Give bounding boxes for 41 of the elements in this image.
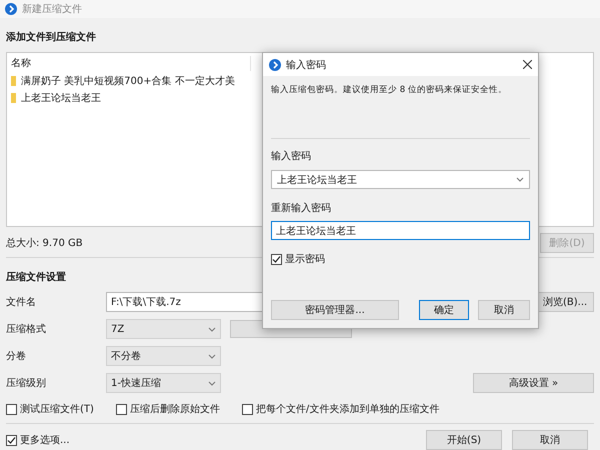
section-heading: 压缩文件设置 bbox=[6, 270, 67, 284]
option-checkbox[interactable]: 压缩后删除原始文件 bbox=[116, 402, 220, 416]
window-title: 新建压缩文件 bbox=[22, 2, 82, 16]
password-field[interactable]: 上老王论坛当老王 bbox=[271, 221, 530, 240]
dialog-title: 输入密码 bbox=[286, 58, 326, 72]
close-icon[interactable] bbox=[523, 60, 532, 69]
dialog-button[interactable]: 确定 bbox=[419, 300, 469, 320]
dialog-button[interactable]: 开始(S) bbox=[426, 430, 502, 450]
field-label: 输入密码 bbox=[271, 150, 312, 163]
field-label: 文件名 bbox=[6, 296, 37, 309]
file-name[interactable]: 满屏奶子 美乳中短视频700+合集 不一定大才美 bbox=[21, 74, 235, 88]
show-password-checkbox[interactable]: 显示密码 bbox=[271, 252, 530, 266]
dropdown[interactable]: 7Z bbox=[106, 319, 221, 339]
advanced-settings-button[interactable]: 高级设置 » bbox=[473, 373, 594, 393]
dropdown[interactable]: 1-快速压缩 bbox=[106, 373, 221, 393]
field-label: 压缩级别 bbox=[6, 376, 47, 390]
dialog-button[interactable]: 取消 bbox=[478, 300, 530, 320]
field-label: 重新输入密码 bbox=[271, 202, 332, 215]
dropdown[interactable]: 不分卷 bbox=[106, 346, 221, 366]
field-label: 压缩格式 bbox=[6, 322, 47, 336]
total-size: 总大小: 9.70 GB bbox=[6, 236, 83, 250]
column-header[interactable]: 名称 bbox=[11, 56, 251, 71]
check-icon bbox=[7, 436, 16, 444]
check-icon bbox=[272, 254, 281, 264]
dialog-button[interactable]: 密码管理器... bbox=[271, 300, 399, 320]
app-logo-icon bbox=[269, 58, 281, 70]
caret-icon bbox=[208, 326, 216, 332]
caret-icon bbox=[208, 380, 216, 386]
browse-button[interactable]: 浏览(B)... bbox=[536, 292, 594, 312]
option-checkbox[interactable]: 把每个文件/文件夹添加到单独的压缩文件 bbox=[242, 402, 440, 416]
dialog-button[interactable]: 取消 bbox=[512, 430, 588, 450]
dialog-message: 输入压缩包密码。建议使用至少 8 位的密码来保证安全性。 bbox=[271, 85, 507, 95]
caret-icon bbox=[208, 354, 216, 358]
file-name[interactable]: 上老王论坛当老王 bbox=[21, 91, 101, 105]
more-options-checkbox[interactable]: 更多选项... bbox=[6, 433, 70, 447]
option-checkbox[interactable]: 测试压缩文件(T) bbox=[6, 402, 94, 416]
section-heading: 添加文件到压缩文件 bbox=[6, 30, 97, 44]
field-label: 分卷 bbox=[6, 350, 27, 363]
app-logo-icon bbox=[5, 3, 17, 15]
password-combobox[interactable]: 上老王论坛当老王 bbox=[271, 170, 530, 189]
caret-icon bbox=[516, 177, 524, 182]
